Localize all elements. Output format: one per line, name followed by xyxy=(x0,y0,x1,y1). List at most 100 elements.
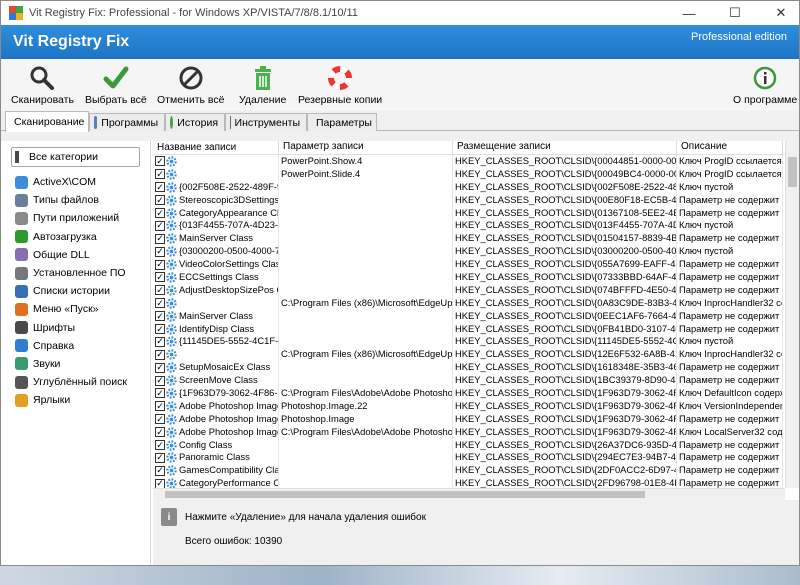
sidebar-item[interactable]: Справка xyxy=(1,337,150,355)
sidebar-item[interactable]: Общие DLL xyxy=(1,246,150,264)
row-checkbox[interactable]: ✓ xyxy=(155,259,165,270)
table-row[interactable]: ✓ Adobe Photoshop Image Photoshop.Image.22… xyxy=(153,399,799,413)
tab-settings[interactable]: Параметры xyxy=(307,113,377,131)
cell-description: Ключ пустой xyxy=(677,335,783,349)
table-row[interactable]: ✓ IdentifyDisp Class HKEY_CLASSES_ROOT\CLS… xyxy=(153,322,799,336)
row-checkbox[interactable]: ✓ xyxy=(155,285,165,296)
row-checkbox[interactable]: ✓ xyxy=(155,465,165,476)
sidebar-item[interactable]: Пути приложений xyxy=(1,209,150,227)
cell-location: HKEY_CLASSES_ROOT\CLSID\{00044851-0000-0… xyxy=(455,155,677,168)
row-checkbox[interactable]: ✓ xyxy=(155,246,165,257)
cell-name: ✓ CategoryPerformance Cl... xyxy=(153,477,279,488)
table-row[interactable]: ✓ CategoryPerformance Cl... HKEY_CLASSES_R… xyxy=(153,477,799,488)
table-row[interactable]: ✓ GamesCompatibility Class HKEY_CLASSES_RO… xyxy=(153,464,799,478)
table-row[interactable]: ✓ CategoryAppearance Class HKEY_CLASSES_RO… xyxy=(153,206,799,220)
close-button[interactable]: ✕ xyxy=(763,1,799,25)
sidebar-item[interactable]: Меню «Пуск» xyxy=(1,300,150,318)
deselect-all-button[interactable]: Отменить всё xyxy=(157,65,224,106)
row-checkbox[interactable]: ✓ xyxy=(155,427,165,438)
sidebar-item[interactable]: Установленное ПО xyxy=(1,264,150,282)
tab-programs[interactable]: Программы xyxy=(89,113,165,131)
table-row[interactable]: ✓ MainServer Class HKEY_CLASSES_ROOT\CLSID… xyxy=(153,232,799,246)
column-header-parameter[interactable]: Параметр записи xyxy=(279,141,453,154)
maximize-button[interactable]: ☐ xyxy=(717,1,753,25)
row-checkbox[interactable]: ✓ xyxy=(155,401,165,412)
sidebar-item[interactable]: Шрифты xyxy=(1,319,150,337)
sidebar-item[interactable]: Ярлыки xyxy=(1,391,150,409)
row-checkbox[interactable]: ✓ xyxy=(155,195,165,206)
sidebar-item[interactable]: Автозагрузка xyxy=(1,228,150,246)
table-row[interactable]: ✓ {002F508E-2522-489F-9... HKEY_CLASSES_RO… xyxy=(153,180,799,194)
sidebar-item-all-categories[interactable]: Все категории xyxy=(11,147,140,167)
table-row[interactable]: ✓ SetupMosaicEx Class HKEY_CLASSES_ROOT\CL… xyxy=(153,361,799,375)
table-row[interactable]: ✓ Stereoscopic3DSettings ... HKEY_CLASSES_… xyxy=(153,193,799,207)
minimize-button[interactable]: — xyxy=(671,1,707,25)
cell-name: ✓ {03000200-0500-4000-7... xyxy=(153,245,279,259)
sidebar-item[interactable]: Звуки xyxy=(1,355,150,373)
row-checkbox[interactable]: ✓ xyxy=(155,298,165,309)
about-button[interactable]: О программе xyxy=(733,65,797,106)
table-row[interactable]: ✓ Panoramic Class HKEY_CLASSES_ROOT\CLSID\… xyxy=(153,451,799,465)
row-checkbox[interactable]: ✓ xyxy=(155,440,165,451)
row-checkbox[interactable]: ✓ xyxy=(155,388,165,399)
table-row[interactable]: ✓ PowerPoint.Show.4 HKEY_CLASSES_ROOT\CLSI… xyxy=(153,155,799,168)
vertical-scrollbar[interactable] xyxy=(785,141,799,488)
table-row[interactable]: ✓ MainServer Class HKEY_CLASSES_ROOT\CLSID… xyxy=(153,309,799,323)
scrollbar-thumb[interactable] xyxy=(165,491,645,498)
horizontal-scrollbar[interactable] xyxy=(153,488,785,500)
tab-tools[interactable]: Инструменты xyxy=(225,113,307,131)
cell-name: ✓ xyxy=(153,348,279,362)
row-checkbox[interactable]: ✓ xyxy=(155,414,165,425)
cell-location: HKEY_CLASSES_ROOT\CLSID\{013F4455-707A-4… xyxy=(455,219,677,233)
row-checkbox[interactable]: ✓ xyxy=(155,311,165,322)
row-checkbox[interactable]: ✓ xyxy=(155,208,165,218)
row-checkbox[interactable]: ✓ xyxy=(155,220,165,231)
delete-button[interactable]: Удаление xyxy=(239,65,286,106)
row-checkbox[interactable]: ✓ xyxy=(155,182,165,193)
backups-button[interactable]: Резервные копии xyxy=(298,65,382,106)
row-checkbox[interactable]: ✓ xyxy=(155,452,165,463)
title-bar: Vit Registry Fix: Professional - for Win… xyxy=(1,1,799,25)
row-checkbox[interactable]: ✓ xyxy=(155,349,165,360)
table-row[interactable]: ✓ {1F963D79-3062-4F86-9...C:\Program File… xyxy=(153,387,799,400)
row-checkbox[interactable]: ✓ xyxy=(155,375,165,386)
sidebar-item[interactable]: Списки истории xyxy=(1,282,150,300)
entry-name: VideoColorSettings Class xyxy=(179,258,279,270)
table-row[interactable]: ✓ {03000200-0500-4000-7... HKEY_CLASSES_RO… xyxy=(153,245,799,259)
scan-button[interactable]: Сканировать xyxy=(11,65,74,106)
row-checkbox[interactable]: ✓ xyxy=(155,362,165,373)
table-row[interactable]: ✓ Adobe Photoshop Image C:\Program Files\A… xyxy=(153,425,799,439)
row-checkbox[interactable]: ✓ xyxy=(155,233,165,244)
table-row[interactable]: ✓ AdjustDesktopSizePos Cl... HKEY_CLASSES_… xyxy=(153,283,799,297)
sidebar-item[interactable]: Углублённый поиск xyxy=(1,373,150,391)
table-row[interactable]: ✓ C:\Program Files (x86)\Microsoft\EdgeUp… xyxy=(153,348,799,362)
table-row[interactable]: ✓ Adobe Photoshop Image Photoshop.Image HKE… xyxy=(153,412,799,426)
column-header-name[interactable]: Название записи xyxy=(153,141,279,154)
entry-name: {002F508E-2522-489F-9... xyxy=(179,180,279,192)
app-icon xyxy=(9,6,23,20)
table-row[interactable]: ✓ VideoColorSettings Class HKEY_CLASSES_RO… xyxy=(153,258,799,272)
table-row[interactable]: ✓ Config Class HKEY_CLASSES_ROOT\CLSID\{26… xyxy=(153,438,799,452)
row-checkbox[interactable]: ✓ xyxy=(155,272,165,283)
table-row[interactable]: ✓ C:\Program Files (x86)\Microsoft\EdgeUp… xyxy=(153,296,799,310)
row-checkbox[interactable]: ✓ xyxy=(155,156,165,167)
column-header-description[interactable]: Описание xyxy=(677,141,783,154)
table-row[interactable]: ✓ {013F4455-707A-4D23-9... HKEY_CLASSES_RO… xyxy=(153,219,799,233)
table-row[interactable]: ✓ PowerPoint.Slide.4 HKEY_CLASSES_ROOT\CLS… xyxy=(153,167,799,181)
row-checkbox[interactable]: ✓ xyxy=(155,478,165,488)
scrollbar-thumb[interactable] xyxy=(788,157,797,187)
tab-scan[interactable]: Сканирование xyxy=(5,111,89,132)
select-all-button[interactable]: Выбрать всё xyxy=(85,65,147,106)
tab-history[interactable]: История xyxy=(165,113,225,131)
row-checkbox[interactable]: ✓ xyxy=(155,336,165,347)
table-row[interactable]: ✓ ECCSettings Class HKEY_CLASSES_ROOT\CLSI… xyxy=(153,271,799,284)
cell-location: HKEY_CLASSES_ROOT\CLSID\{07333BBD-64AF-4… xyxy=(455,271,677,284)
row-checkbox[interactable]: ✓ xyxy=(155,169,165,180)
row-checkbox[interactable]: ✓ xyxy=(155,324,165,335)
sidebar-item[interactable]: ActiveX\COM xyxy=(1,173,150,191)
cell-location: HKEY_CLASSES_ROOT\CLSID\{03000200-0500-4… xyxy=(455,245,677,259)
sidebar-item[interactable]: Типы файлов xyxy=(1,191,150,209)
table-row[interactable]: ✓ ScreenMove Class HKEY_CLASSES_ROOT\CLSID… xyxy=(153,374,799,388)
table-row[interactable]: ✓ {11145DE5-5552-4C1F-9... HKEY_CLASSES_RO… xyxy=(153,335,799,349)
column-header-location[interactable]: Размещение записи xyxy=(453,141,677,154)
